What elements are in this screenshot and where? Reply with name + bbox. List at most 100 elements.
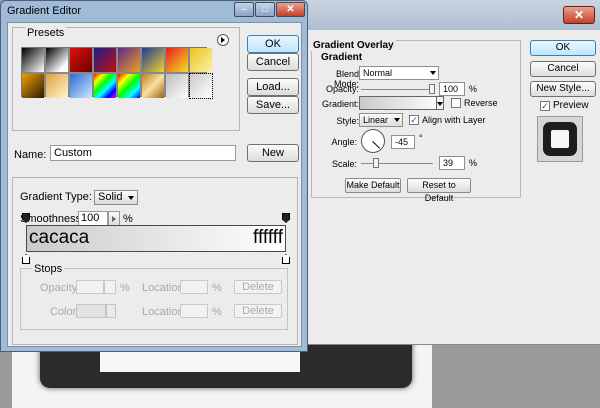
preset-swatch[interactable] — [166, 74, 188, 98]
gradient-type-label: Gradient Type: — [20, 191, 92, 203]
align-with-layer-checkbox[interactable]: ✓ — [409, 115, 419, 125]
maximize-icon[interactable]: □ — [255, 2, 275, 17]
preset-swatch[interactable] — [142, 74, 164, 98]
preview-checkbox[interactable]: ✓ — [540, 101, 550, 111]
style-value: Linear — [363, 115, 389, 125]
blend-mode-select[interactable]: Normal — [359, 66, 439, 80]
opacity-input[interactable]: 100 — [439, 82, 465, 96]
make-default-button[interactable]: Make Default — [345, 178, 401, 193]
reset-to-default-button[interactable]: Reset to Default — [407, 178, 471, 203]
delete-color-stop-button[interactable]: Delete — [234, 304, 282, 318]
chevron-down-icon — [437, 102, 443, 106]
scale-value: 39 — [443, 158, 454, 168]
preset-swatch[interactable] — [118, 74, 140, 98]
preset-swatch[interactable] — [46, 48, 68, 72]
presets-grid — [21, 47, 213, 99]
dialog-title: Gradient Editor — [7, 5, 81, 17]
stop-color-location-input[interactable] — [180, 304, 208, 318]
style-select[interactable]: Linear — [359, 113, 403, 127]
stop-opacity-unit: % — [120, 282, 130, 294]
close-icon[interactable]: ✕ — [563, 6, 595, 24]
gradient-editor-dialog: Gradient Editor – □ ✕ Presets OK Cancel … — [0, 0, 308, 352]
stop-opacity-location-unit: % — [212, 282, 222, 294]
stop-color-swatch[interactable] — [76, 304, 106, 318]
smoothness-unit: % — [123, 213, 133, 225]
save-button[interactable]: Save... — [247, 96, 299, 114]
layer-style-ok-button[interactable]: OK — [530, 40, 596, 56]
stop-color-location-unit: % — [212, 306, 222, 318]
stop-opacity-stepper[interactable] — [104, 280, 116, 294]
stop-opacity-label: Opacity: — [40, 282, 81, 294]
preset-swatch[interactable] — [190, 48, 212, 72]
preview-label: Preview — [553, 100, 589, 111]
opacity-slider-thumb[interactable] — [429, 84, 435, 94]
new-button[interactable]: New — [247, 144, 299, 162]
angle-dial[interactable] — [361, 129, 385, 153]
preset-swatch[interactable] — [118, 48, 140, 72]
preset-swatch[interactable] — [46, 74, 68, 98]
presets-menu-icon[interactable] — [217, 34, 229, 46]
angle-value: -45 — [395, 137, 409, 147]
opacity-value: 100 — [443, 84, 459, 94]
scale-slider[interactable] — [361, 163, 433, 164]
delete-opacity-stop-button[interactable]: Delete — [234, 280, 282, 294]
stop-color-menu-icon[interactable] — [106, 304, 116, 318]
gradient-editor-body: Presets OK Cancel Load... Save... Name: … — [7, 22, 302, 347]
layer-style-titlebar[interactable]: ✕ — [291, 0, 600, 30]
gradient-picker[interactable] — [359, 96, 443, 110]
new-style-button[interactable]: New Style... — [530, 81, 596, 97]
opacity-slider[interactable] — [361, 89, 433, 90]
stop-color-label: Color: — [50, 306, 80, 318]
preset-swatch[interactable] — [94, 48, 116, 72]
preset-swatch[interactable] — [94, 74, 116, 98]
layer-style-cancel-button[interactable]: Cancel — [530, 61, 596, 77]
preset-swatch-selected[interactable] — [189, 73, 213, 99]
reverse-label: Reverse — [464, 98, 498, 108]
scale-input[interactable]: 39 — [439, 156, 465, 170]
style-label: Style: — [336, 116, 359, 126]
scale-unit: % — [469, 158, 478, 168]
gradient-editor-titlebar[interactable]: Gradient Editor – □ ✕ — [1, 1, 307, 21]
gradient-start-color-text: cacaca — [29, 227, 90, 248]
smoothness-input[interactable]: 100 — [78, 211, 108, 226]
minimize-icon[interactable]: – — [234, 2, 254, 17]
preview-shape-inner — [551, 130, 569, 148]
blend-mode-value: Normal — [363, 68, 393, 78]
preset-swatch[interactable] — [22, 48, 44, 72]
style-preview — [537, 116, 583, 162]
close-icon[interactable]: ✕ — [276, 2, 305, 17]
smoothness-value: 100 — [81, 212, 100, 224]
stop-opacity-input[interactable] — [76, 280, 104, 294]
angle-unit: ° — [419, 133, 423, 143]
preset-swatch[interactable] — [166, 48, 188, 72]
opacity-unit: % — [469, 84, 478, 94]
preset-swatch[interactable] — [70, 74, 92, 98]
ok-button[interactable]: OK — [247, 35, 299, 53]
reverse-checkbox[interactable] — [451, 98, 461, 108]
stops-label: Stops — [32, 263, 65, 275]
stop-opacity-location-input[interactable] — [180, 280, 208, 294]
gradient-type-select[interactable]: Solid — [94, 190, 138, 205]
preset-swatch[interactable] — [22, 74, 44, 98]
preset-swatch[interactable] — [70, 48, 92, 72]
gradient-end-color-text: ffffff — [253, 227, 283, 248]
cancel-button[interactable]: Cancel — [247, 53, 299, 71]
scale-slider-thumb[interactable] — [373, 158, 379, 168]
presets-panel: Presets — [12, 27, 240, 131]
chevron-right-icon — [221, 37, 225, 43]
load-button[interactable]: Load... — [247, 78, 299, 96]
smoothness-stepper[interactable] — [108, 211, 120, 226]
preset-swatch[interactable] — [142, 48, 164, 72]
gradient-picker-dropdown[interactable] — [436, 96, 444, 110]
chevron-right-icon — [112, 216, 116, 222]
scale-label: Scale: — [331, 159, 357, 169]
opacity-label: Opacity: — [325, 84, 359, 94]
chevron-down-icon — [430, 71, 436, 75]
chevron-down-icon — [128, 196, 134, 200]
align-with-layer-label: Align with Layer — [422, 115, 486, 125]
name-input[interactable]: Custom — [50, 145, 236, 161]
angle-input[interactable]: -45 — [391, 135, 415, 149]
gradient-preview-bar[interactable]: cacaca ffffff — [26, 225, 286, 252]
gradient-overlay-title: Gradient Overlay — [311, 40, 396, 51]
gradient-label: Gradient: — [321, 99, 359, 109]
